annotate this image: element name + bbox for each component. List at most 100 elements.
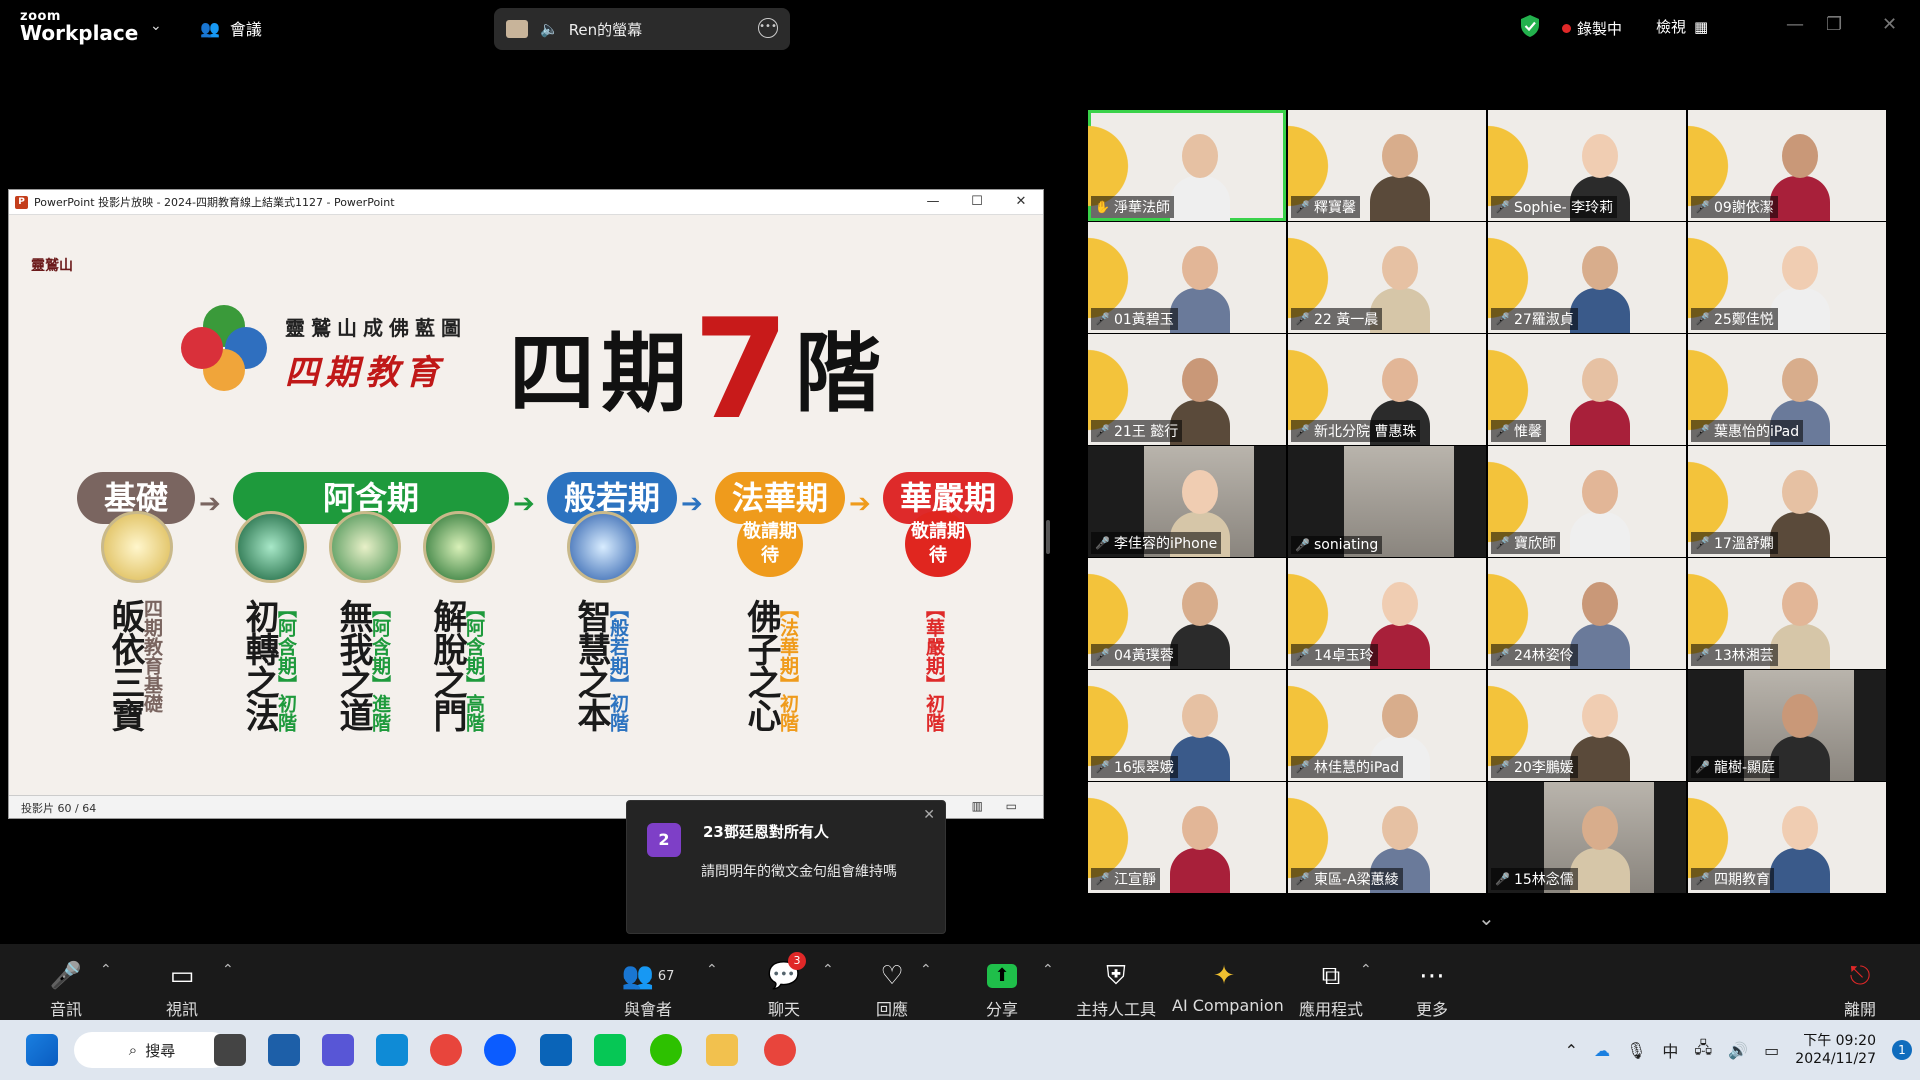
chevron-up-icon[interactable]: ⌃ (1042, 962, 1054, 978)
step-side-2: 【阿含期】初階 (275, 599, 297, 732)
chevron-up-icon[interactable]: ⌃ (222, 962, 234, 978)
ppt-maximize-icon[interactable]: ☐ (955, 190, 999, 214)
meeting-menu[interactable]: 👥 會議 (200, 16, 262, 40)
network-icon[interactable]: 🖧 (1694, 1037, 1712, 1064)
wechat-icon[interactable] (650, 1034, 682, 1066)
participant-tile[interactable]: 🎤 Sophie- 李玲莉 (1488, 110, 1686, 221)
windows-start-icon[interactable] (26, 1034, 58, 1066)
volume-icon[interactable]: 🔊 (1728, 1041, 1748, 1060)
participant-name: 🎤 東區-A梁蕙綾 (1291, 868, 1403, 890)
participant-video (1570, 242, 1630, 333)
participant-tile[interactable]: 🎤 四期教育 (1688, 782, 1886, 893)
mic-icon[interactable]: 🎙 (1626, 1041, 1646, 1060)
mic-muted-icon: 🎤 (1695, 536, 1710, 550)
clock[interactable]: 下午 09:20 2024/11/27 (1795, 1032, 1876, 1068)
coming-soon-badge: 敬請期待 (905, 511, 971, 577)
participant-tile[interactable]: 🎤 林佳慧的iPad (1288, 670, 1486, 781)
participant-tile[interactable]: 🎤 龍樹-顯庭 (1688, 670, 1886, 781)
widgets-icon[interactable] (268, 1034, 300, 1066)
file-explorer-icon[interactable] (706, 1034, 738, 1066)
line-icon[interactable] (594, 1034, 626, 1066)
restore-icon[interactable]: ❐ (1826, 14, 1842, 35)
participant-tile[interactable]: 🎤 22 黃一晨 (1288, 222, 1486, 333)
top-bar: zoom Workplace ⌄ 👥 會議 🔈 Ren的螢幕 ••• 錄製中 檢… (0, 0, 1920, 56)
chevron-up-icon[interactable]: ⌃ (100, 962, 112, 978)
zoom-icon[interactable] (484, 1034, 516, 1066)
participant-tile[interactable]: 🎤 20李鵬媛 (1488, 670, 1686, 781)
reactions-button[interactable]: ♡ 回應 (862, 944, 922, 1020)
close-icon[interactable]: ✕ (1882, 14, 1897, 35)
minimize-icon[interactable]: — (1786, 14, 1804, 35)
ai-companion-button[interactable]: ✦ AI Companion (1172, 944, 1284, 1020)
battery-icon[interactable]: ▭ (1764, 1041, 1779, 1060)
share-indicator[interactable]: 🔈 Ren的螢幕 ••• (494, 8, 790, 50)
share-icon: ⬆ (972, 956, 1032, 996)
participant-tile[interactable]: 🎤 24林姿伶 (1488, 558, 1686, 669)
leave-button[interactable]: ⎋ 離開 (1830, 944, 1890, 1020)
participant-tile[interactable]: 🎤 27羅淑貞 (1488, 222, 1686, 333)
participant-tile[interactable]: 🎤 新北分院 曹惠珠 (1288, 334, 1486, 445)
participant-tile[interactable]: 🎤 釋寶馨 (1288, 110, 1486, 221)
ppt-close-icon[interactable]: ✕ (999, 190, 1043, 214)
participant-tile[interactable]: 🎤 soniating (1288, 446, 1486, 557)
participant-tile[interactable]: 🎤 寶欣師 (1488, 446, 1686, 557)
more-icon[interactable]: ••• (758, 18, 778, 38)
participant-tile[interactable]: 🎤 14卓玉玲 (1288, 558, 1486, 669)
close-icon[interactable]: ✕ (923, 807, 935, 823)
recording-status[interactable]: 錄製中 (1562, 18, 1622, 39)
participant-tile[interactable]: 🎤 25鄭佳悦 (1688, 222, 1886, 333)
edge-icon[interactable] (376, 1034, 408, 1066)
chrome-icon[interactable] (430, 1034, 462, 1066)
participant-name: 🎤 01黃碧玉 (1091, 308, 1178, 330)
chevron-up-icon[interactable]: ⌃ (1360, 962, 1372, 978)
chevron-down-icon[interactable]: ⌄ (150, 18, 162, 34)
participant-tile[interactable]: ✋ 淨華法師 (1088, 110, 1286, 221)
participant-tile[interactable]: 🎤 16張翠娥 (1088, 670, 1286, 781)
participant-tile[interactable]: 🎤 15林念儒 (1488, 782, 1686, 893)
chat-notification[interactable]: 2 23鄧廷恩對所有人 請問明年的徵文金句組會維持嗎 ✕ (626, 800, 946, 934)
participants-button[interactable]: 👥 67 與會者 (618, 944, 678, 1020)
participant-tile[interactable]: 🎤 04黃璞蓉 (1088, 558, 1286, 669)
audio-button[interactable]: 🎤 音訊 (36, 944, 96, 1020)
participant-video (1770, 242, 1830, 333)
participant-tile[interactable]: 🎤 惟馨 (1488, 334, 1686, 445)
apps-button[interactable]: ⧉ 應用程式 (1298, 944, 1364, 1020)
participant-tile[interactable]: 🎤 01黃碧玉 (1088, 222, 1286, 333)
participant-tile[interactable]: 🎤 東區-A梁蕙綾 (1288, 782, 1486, 893)
slideshow-icon[interactable]: ▭ (1006, 799, 1017, 813)
chevron-down-icon[interactable]: ⌄ (1478, 906, 1495, 930)
share-button[interactable]: ⬆ 分享 (972, 944, 1032, 1020)
security-shield-icon[interactable] (1520, 14, 1540, 38)
participant-name: 🎤 Sophie- 李玲莉 (1491, 196, 1618, 218)
ppt-minimize-icon[interactable]: — (911, 190, 955, 214)
onedrive-icon[interactable]: ☁ (1594, 1041, 1610, 1060)
participant-tile[interactable]: 🎤 13林湘芸 (1688, 558, 1886, 669)
zoom-logo[interactable]: zoom Workplace (20, 10, 138, 43)
teams-icon[interactable] (322, 1034, 354, 1066)
host-tools-button[interactable]: ⛨ 主持人工具 (1074, 944, 1158, 1020)
ime-indicator[interactable]: 中 (1662, 1038, 1678, 1062)
body (1770, 848, 1830, 893)
chevron-up-icon[interactable]: ⌃ (706, 962, 718, 978)
task-view-icon[interactable] (214, 1034, 246, 1066)
taskbar-search[interactable]: ⌕ 搜尋 (74, 1032, 230, 1068)
participant-tile[interactable]: 🎤 21王 懿行 (1088, 334, 1286, 445)
splitter-handle[interactable] (1046, 520, 1050, 554)
chevron-up-icon[interactable]: ⌃ (822, 962, 834, 978)
participant-name: 🎤 09謝依潔 (1691, 196, 1778, 218)
chat-button[interactable]: 💬 3 聊天 (754, 944, 814, 1020)
participant-tile[interactable]: 🎤 江宣靜 (1088, 782, 1286, 893)
more-button[interactable]: ⋯ 更多 (1402, 944, 1462, 1020)
notification-badge[interactable]: 1 (1892, 1040, 1912, 1060)
participant-tile[interactable]: 🎤 葉惠怡的iPad (1688, 334, 1886, 445)
participant-tile[interactable]: 🎤 李佳容的iPhone (1088, 446, 1286, 557)
outlook-icon[interactable] (540, 1034, 572, 1066)
participant-tile[interactable]: 🎤 09謝依潔 (1688, 110, 1886, 221)
participant-tile[interactable]: 🎤 17溫舒嫻 (1688, 446, 1886, 557)
chrome-icon[interactable] (764, 1034, 796, 1066)
view-menu[interactable]: 檢視 ▦ (1656, 16, 1708, 37)
chevron-up-icon[interactable]: ⌃ (920, 962, 932, 978)
video-button[interactable]: ▭ 視訊 (152, 944, 212, 1020)
reading-view-icon[interactable]: ▥ (972, 799, 983, 813)
chevron-up-icon[interactable]: ⌃ (1565, 1041, 1578, 1060)
